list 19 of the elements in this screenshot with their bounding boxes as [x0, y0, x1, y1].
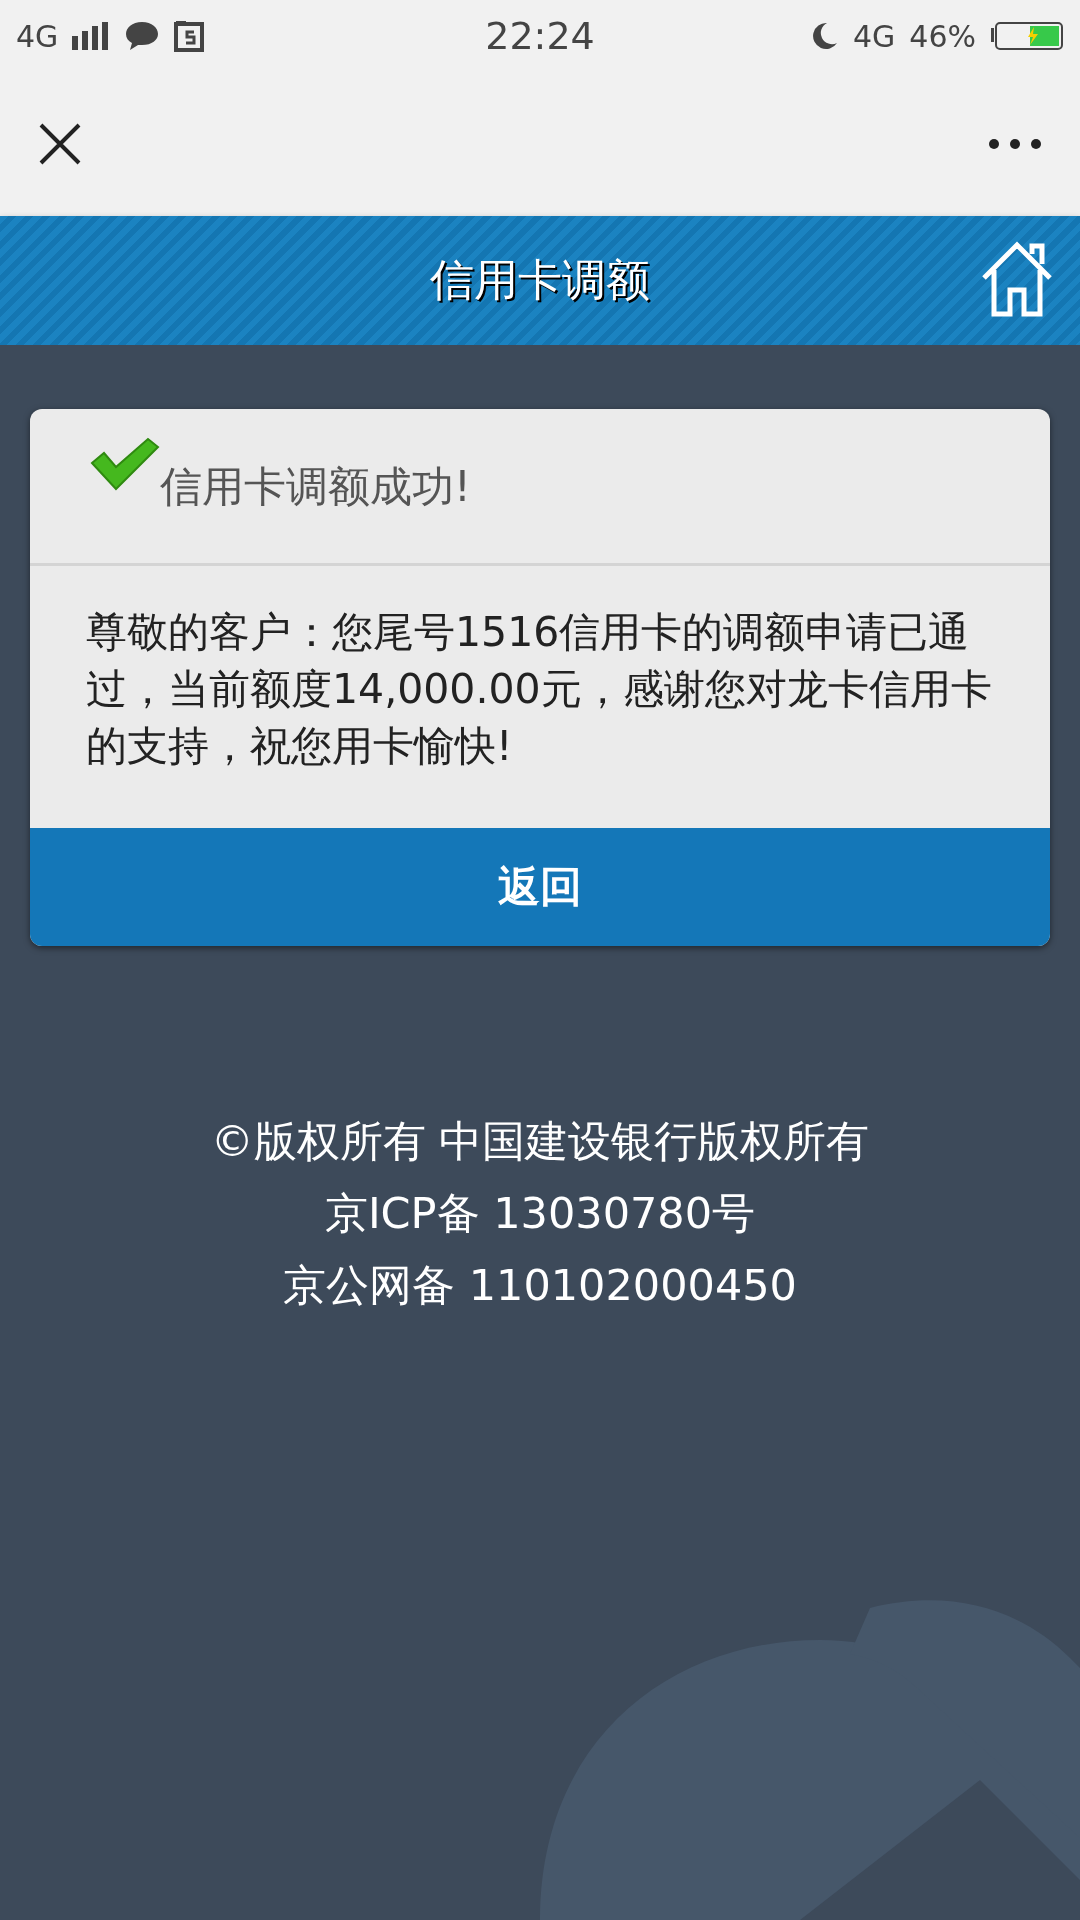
footer-text: 京公网备 110102000450 — [283, 1260, 797, 1310]
battery-icon — [990, 21, 1064, 51]
footer-text: ©版权所有 中国建设银行版权所有 — [210, 1116, 870, 1166]
footer-text: 京ICP备 13030780号 — [324, 1188, 756, 1238]
clock-time: 22:24 — [485, 14, 595, 58]
chat-bubble-icon — [124, 20, 161, 52]
network-label: 4G — [16, 18, 59, 54]
close-icon[interactable] — [38, 122, 82, 166]
square-s-icon — [174, 20, 205, 52]
more-icon[interactable] — [988, 138, 1042, 150]
home-icon[interactable] — [980, 240, 1054, 318]
back-button[interactable]: 返回 — [30, 828, 1050, 946]
page-title: 信用卡调额 — [430, 253, 650, 307]
battery-percent: 46% — [909, 18, 976, 54]
signal-icon — [72, 22, 111, 50]
check-icon — [90, 437, 160, 491]
result-message: 尊敬的客户：您尾号1516信用卡的调额申请已通过，当前额度14,000.00元，感谢您对龙卡信用卡的支持，祝您用卡愉快! — [85, 607, 993, 772]
result-title: 信用卡调额成功! — [160, 461, 471, 513]
network-label: 4G — [852, 18, 896, 54]
